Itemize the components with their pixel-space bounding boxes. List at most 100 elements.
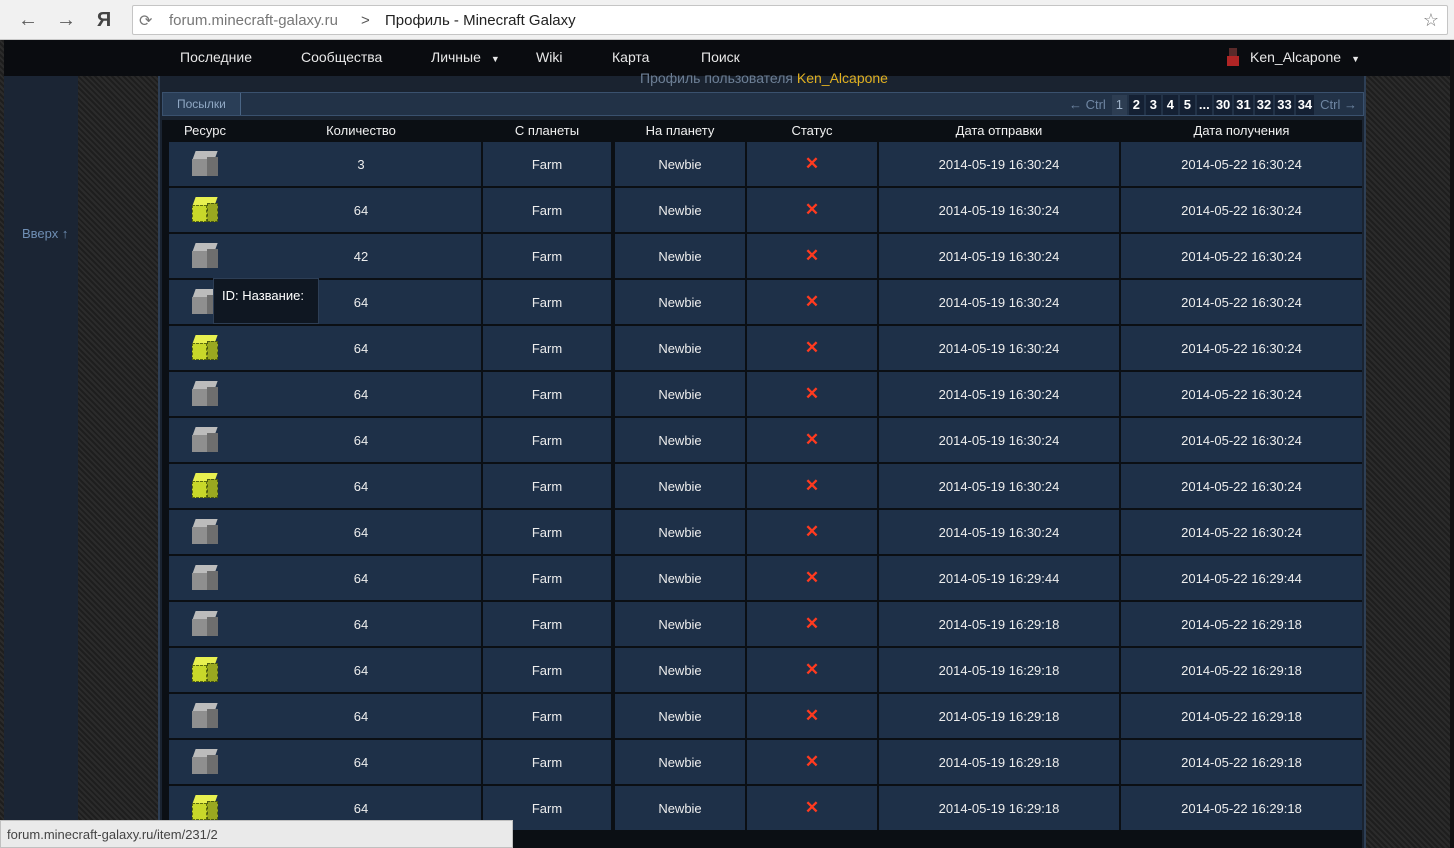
- table-row: 64 Farm Newbie ✕ 2014-05-19 16:29:18 2014-05-…: [167, 648, 1362, 692]
- from-planet-cell: Farm: [483, 648, 611, 692]
- status-failed-icon: ✕: [804, 568, 820, 587]
- nav-personal[interactable]: Личные ▼: [431, 49, 500, 65]
- profile-username[interactable]: Ken_Alcapone: [797, 70, 888, 86]
- pagination-page[interactable]: 2: [1128, 95, 1144, 115]
- status-failed-icon: ✕: [804, 706, 820, 725]
- status-failed-icon: ✕: [804, 476, 820, 495]
- table-row: 64 Farm Newbie ✕ 2014-05-19 16:29:18 2014-05-…: [167, 602, 1362, 646]
- pagination-page[interactable]: 34: [1295, 95, 1315, 115]
- pagination-next[interactable]: Ctrl →: [1316, 95, 1361, 115]
- nav-wiki[interactable]: Wiki: [536, 49, 562, 65]
- from-planet-cell: Farm: [483, 464, 611, 508]
- from-planet-cell: Farm: [483, 234, 611, 278]
- to-planet-cell: Newbie: [615, 556, 745, 600]
- back-arrow-icon[interactable]: ←: [16, 8, 40, 32]
- received-date-cell: 2014-05-22 16:30:24: [1121, 326, 1362, 370]
- glowstone-block-icon[interactable]: [191, 472, 219, 500]
- nav-search[interactable]: Поиск: [701, 49, 740, 65]
- to-planet-cell: Newbie: [615, 280, 745, 324]
- glowstone-block-icon[interactable]: [191, 334, 219, 362]
- to-planet-cell: Newbie: [615, 234, 745, 278]
- glowstone-block-icon[interactable]: [191, 794, 219, 822]
- yandex-logo-icon[interactable]: Я: [92, 8, 116, 32]
- received-date-cell: 2014-05-22 16:29:18: [1121, 694, 1362, 738]
- pagination-page[interactable]: 33: [1275, 95, 1294, 115]
- main-content: Профиль пользователя Ken_Alcapone Посылк…: [158, 70, 1366, 848]
- nav-recent[interactable]: Последние: [180, 49, 252, 65]
- pagination-prev[interactable]: ← Ctrl: [1065, 95, 1110, 115]
- pagination-page[interactable]: 1: [1111, 95, 1127, 115]
- quantity-cell: 64: [241, 464, 481, 508]
- address-host: forum.minecraft-galaxy.ru: [169, 12, 338, 29]
- from-planet-cell: Farm: [483, 694, 611, 738]
- sent-date-cell: 2014-05-19 16:30:24: [879, 372, 1119, 416]
- pagination-page[interactable]: 30: [1213, 95, 1233, 115]
- tab-parcels[interactable]: Посылки: [163, 93, 241, 115]
- resource-cell[interactable]: [169, 326, 241, 370]
- sent-date-cell: 2014-05-19 16:30:24: [879, 510, 1119, 554]
- sent-date-cell: 2014-05-19 16:30:24: [879, 326, 1119, 370]
- sent-date-cell: 2014-05-19 16:29:18: [879, 786, 1119, 830]
- status-failed-icon: ✕: [804, 384, 820, 403]
- stone-block-icon[interactable]: [191, 748, 219, 776]
- resource-cell[interactable]: [169, 694, 241, 738]
- status-failed-icon: ✕: [804, 614, 820, 633]
- column-header: Количество: [326, 123, 396, 138]
- resource-cell[interactable]: [169, 556, 241, 600]
- pagination-page[interactable]: 32: [1254, 95, 1274, 115]
- glowstone-block-icon[interactable]: [191, 656, 219, 684]
- bookmark-star-icon[interactable]: ☆: [1423, 10, 1439, 31]
- from-planet-cell: Farm: [483, 372, 611, 416]
- glowstone-block-icon[interactable]: [191, 196, 219, 224]
- to-planet-cell: Newbie: [615, 648, 745, 692]
- nav-map[interactable]: Карта: [612, 49, 649, 65]
- status-cell: ✕: [747, 280, 877, 324]
- stone-block-icon[interactable]: [191, 518, 219, 546]
- pagination-page[interactable]: 5: [1179, 95, 1195, 115]
- resource-cell[interactable]: [169, 602, 241, 646]
- resource-cell[interactable]: [169, 464, 241, 508]
- stone-block-icon[interactable]: [191, 564, 219, 592]
- table-row: 64 Farm Newbie ✕ 2014-05-19 16:30:24 2014-05-…: [167, 188, 1362, 232]
- status-failed-icon: ✕: [804, 154, 820, 173]
- status-cell: ✕: [747, 694, 877, 738]
- pagination-page[interactable]: 3: [1145, 95, 1161, 115]
- reload-icon[interactable]: ⟳: [139, 11, 152, 31]
- stone-block-icon[interactable]: [191, 702, 219, 730]
- sent-date-cell: 2014-05-19 16:29:18: [879, 648, 1119, 692]
- resource-cell[interactable]: [169, 510, 241, 554]
- user-avatar-icon[interactable]: [1226, 48, 1240, 68]
- resource-cell[interactable]: [169, 418, 241, 462]
- nav-communities[interactable]: Сообщества: [301, 49, 382, 65]
- resource-cell[interactable]: [169, 234, 241, 278]
- back-to-top-link[interactable]: Вверх ↑: [22, 226, 68, 241]
- pagination-page[interactable]: 31: [1234, 95, 1253, 115]
- column-header: На планету: [645, 123, 715, 138]
- stone-block-icon[interactable]: [191, 610, 219, 638]
- browser-toolbar: ← → Я ⟳ forum.minecraft-galaxy.ru > Проф…: [0, 0, 1454, 40]
- user-menu[interactable]: Ken_Alcapone ▼: [1250, 49, 1360, 65]
- resource-cell[interactable]: [169, 740, 241, 784]
- address-bar[interactable]: ⟳ forum.minecraft-galaxy.ru > Профиль - …: [132, 5, 1448, 35]
- status-cell: ✕: [747, 234, 877, 278]
- pagination-ellipsis: ...: [1196, 95, 1212, 115]
- from-planet-cell: Farm: [483, 740, 611, 784]
- stone-block-icon[interactable]: [191, 150, 219, 178]
- resource-cell[interactable]: [169, 372, 241, 416]
- table-row: 42 Farm Newbie ✕ 2014-05-19 16:30:24 2014-05-…: [167, 234, 1362, 278]
- address-separator: >: [361, 12, 370, 29]
- forward-arrow-icon[interactable]: →: [54, 8, 78, 32]
- resource-cell[interactable]: [169, 188, 241, 232]
- sent-date-cell: 2014-05-19 16:29:44: [879, 556, 1119, 600]
- received-date-cell: 2014-05-22 16:30:24: [1121, 280, 1362, 324]
- stone-block-icon[interactable]: [191, 426, 219, 454]
- received-date-cell: 2014-05-22 16:29:18: [1121, 602, 1362, 646]
- resource-cell[interactable]: [169, 648, 241, 692]
- stone-block-icon[interactable]: [191, 242, 219, 270]
- address-page-title: Профиль - Minecraft Galaxy: [385, 12, 576, 29]
- pagination-page[interactable]: 4: [1162, 95, 1178, 115]
- to-planet-cell: Newbie: [615, 694, 745, 738]
- resource-cell[interactable]: [169, 142, 241, 186]
- status-cell: ✕: [747, 556, 877, 600]
- stone-block-icon[interactable]: [191, 380, 219, 408]
